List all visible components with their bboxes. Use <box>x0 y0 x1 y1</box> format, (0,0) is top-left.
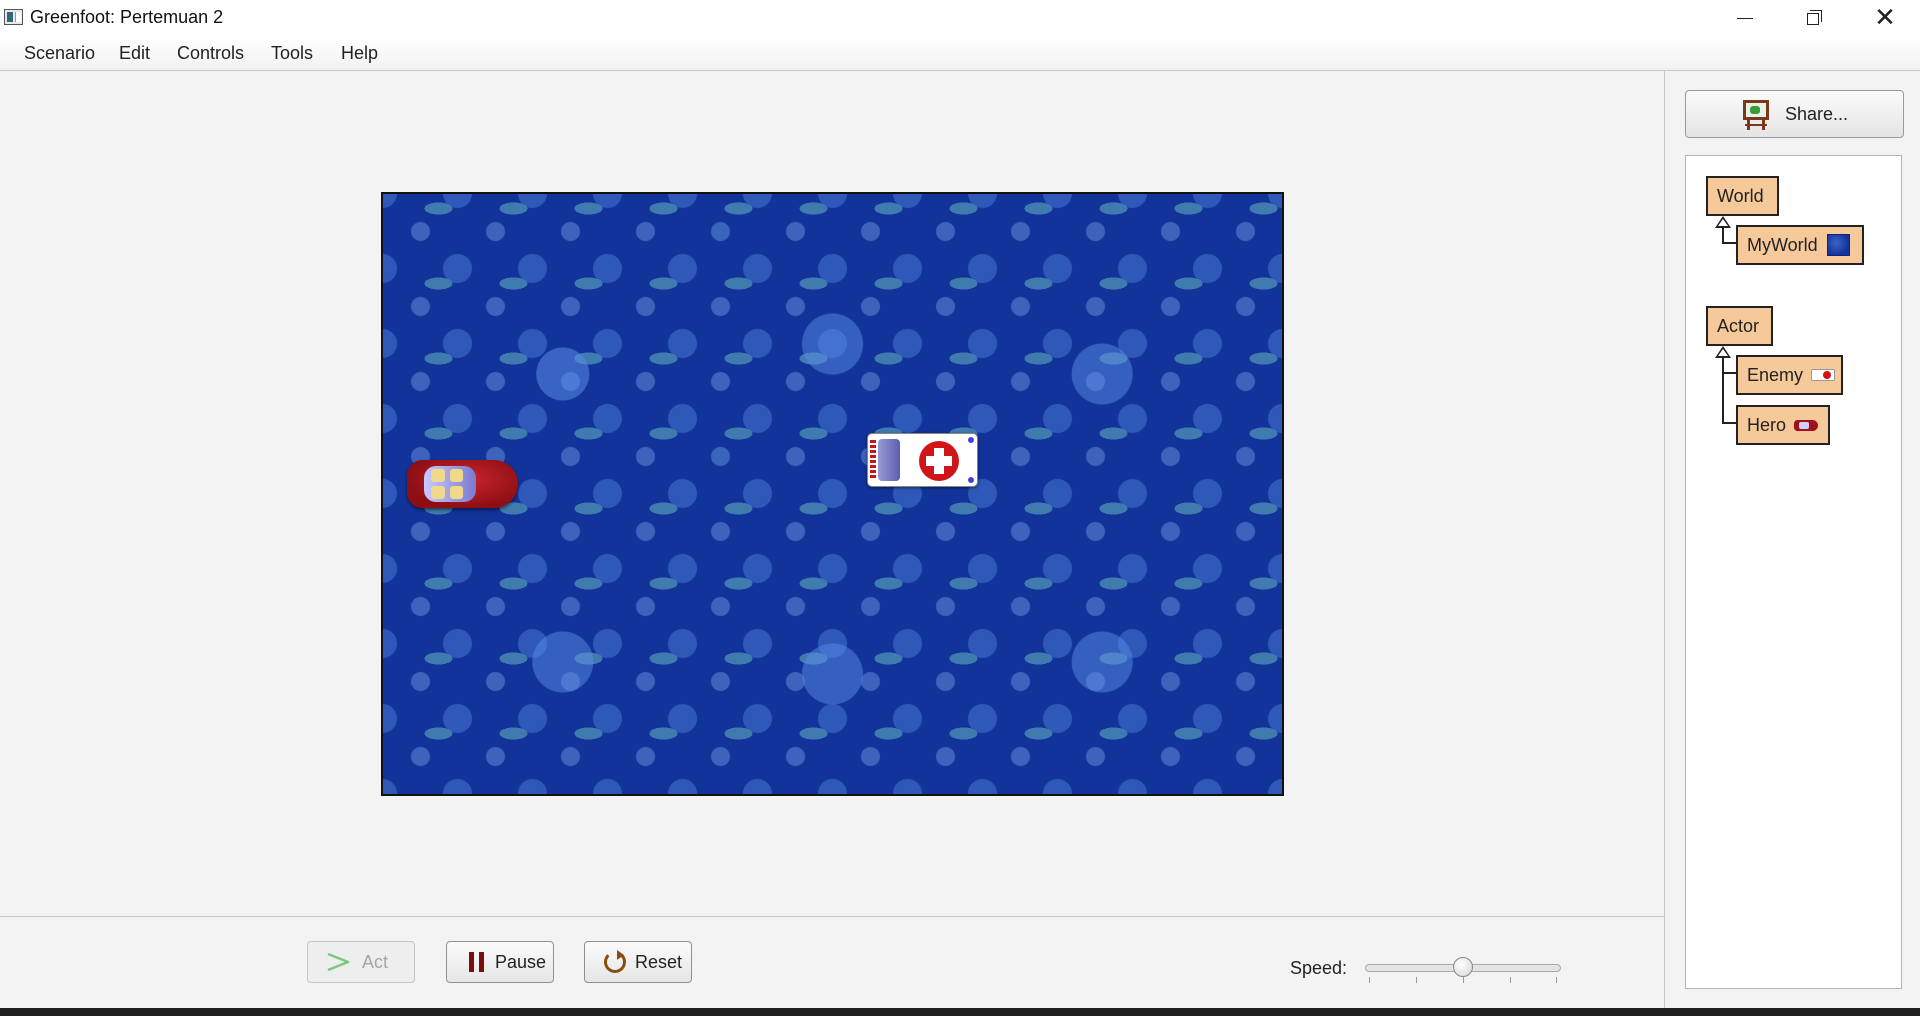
reset-label: Reset <box>635 951 683 972</box>
class-hero[interactable]: Hero <box>1736 405 1830 445</box>
reset-icon <box>603 950 629 974</box>
car-thumbnail-icon <box>1794 419 1819 431</box>
speed-slider[interactable] <box>1365 957 1561 994</box>
minimize-button[interactable] <box>1710 0 1780 36</box>
close-button[interactable]: ✕ <box>1850 0 1920 36</box>
share-button[interactable]: Share... <box>1685 90 1904 138</box>
class-world-label: World <box>1717 185 1764 206</box>
minimize-icon <box>1737 17 1753 19</box>
close-icon: ✕ <box>1874 3 1896 33</box>
menu-tools[interactable]: Tools <box>271 43 313 64</box>
execution-controls: Act Pause Reset Speed: <box>0 917 1664 1008</box>
reset-button[interactable]: Reset <box>584 941 692 983</box>
share-label: Share... <box>1784 103 1849 124</box>
hero-actor[interactable] <box>407 460 518 508</box>
class-hero-label: Hero <box>1747 414 1787 435</box>
restore-icon <box>1807 10 1823 26</box>
taskbar-strip <box>0 1008 1920 1016</box>
class-actor[interactable]: Actor <box>1706 306 1773 346</box>
class-diagram: World MyWorld Actor Enemy Hero <box>1685 155 1902 989</box>
inherits-arrow-icon <box>1715 216 1731 228</box>
class-actor-label: Actor <box>1717 315 1760 336</box>
speed-label: Speed: <box>1290 958 1348 978</box>
pause-button[interactable]: Pause <box>446 941 554 983</box>
class-myworld-label: MyWorld <box>1747 234 1818 255</box>
inherits-arrow-icon <box>1715 346 1731 358</box>
pause-icon <box>465 950 491 974</box>
title-bar: Greenfoot: Pertemuan 2 ✕ <box>0 0 1920 36</box>
world-canvas[interactable] <box>381 192 1284 796</box>
easel-icon <box>1741 98 1771 130</box>
ambulance-thumbnail-icon <box>1811 369 1836 381</box>
restore-button[interactable] <box>1780 0 1850 36</box>
class-sidebar: Share... World MyWorld Actor Enemy Hero <box>1664 71 1920 1008</box>
class-enemy[interactable]: Enemy <box>1736 355 1843 395</box>
class-enemy-label: Enemy <box>1747 364 1804 385</box>
act-button[interactable]: Act <box>307 941 415 983</box>
window-title: Greenfoot: Pertemuan 2 <box>30 7 224 27</box>
play-arrow-icon <box>326 950 352 974</box>
class-world[interactable]: World <box>1706 176 1779 216</box>
menu-bar: Scenario Edit Controls Tools Help <box>0 36 1920 71</box>
world-thumbnail-icon <box>1826 234 1850 256</box>
act-label: Act <box>362 951 389 972</box>
greenfoot-app-icon <box>4 9 23 25</box>
pause-label: Pause <box>495 951 547 972</box>
menu-scenario[interactable]: Scenario <box>24 43 95 64</box>
menu-edit[interactable]: Edit <box>119 43 150 64</box>
slider-thumb[interactable] <box>1453 957 1473 977</box>
menu-controls[interactable]: Controls <box>177 43 244 64</box>
enemy-actor[interactable] <box>867 433 978 487</box>
class-myworld[interactable]: MyWorld <box>1736 225 1864 265</box>
menu-help[interactable]: Help <box>341 43 378 64</box>
